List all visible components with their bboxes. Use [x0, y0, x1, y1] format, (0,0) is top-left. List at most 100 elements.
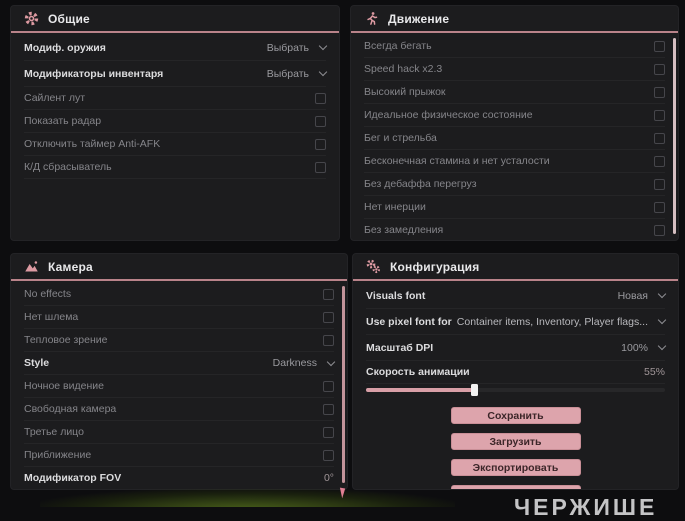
option-label: Свободная камера	[24, 403, 117, 415]
scrollbar[interactable]	[673, 38, 676, 234]
checkbox[interactable]	[654, 63, 665, 75]
checkbox[interactable]	[654, 132, 665, 144]
chevron-down-icon	[326, 357, 336, 366]
checkbox[interactable]	[654, 201, 665, 213]
panel-camera: Камера No effects Нет шлема Тепловое зрени…	[10, 253, 348, 490]
checkbox[interactable]	[654, 155, 665, 167]
option-label: Модификатор FOV	[24, 472, 122, 484]
option-label: Модиф. оружия	[24, 41, 106, 54]
option-row: Масштаб DPI 100%	[366, 335, 667, 361]
checkbox[interactable]	[323, 288, 334, 300]
option-row: Всегда бегать	[364, 35, 665, 58]
option-label: Speed hack x2.3	[364, 63, 443, 75]
checkbox[interactable]	[654, 40, 665, 52]
option-label: Нет инерции	[364, 201, 426, 213]
dropdown[interactable]: Container items, Inventory, Player flags…	[456, 315, 667, 328]
dropdown-value: Новая	[617, 289, 648, 302]
game-background-glow	[40, 489, 455, 507]
dropdown[interactable]: Darkness	[273, 357, 336, 369]
chevron-down-icon	[657, 315, 667, 325]
option-label: Нет шлема	[24, 311, 79, 323]
panel-title: Движение	[388, 11, 450, 26]
option-row: Идеальное физическое состояние	[364, 104, 665, 127]
option-value: 55%	[643, 366, 665, 378]
slider[interactable]	[366, 384, 665, 396]
checkbox[interactable]	[315, 115, 326, 127]
option-row: Бег и стрельба	[364, 127, 665, 150]
option-row: Отключить таймер Anti-AFK	[24, 133, 326, 156]
panel-general-header: Общие	[11, 6, 339, 33]
chevron-down-icon	[657, 341, 667, 351]
checkbox[interactable]	[654, 86, 665, 98]
watermark-text: ЧЕРЖИШЕ	[514, 494, 658, 520]
option-row: Высокий прыжок	[364, 81, 665, 104]
chevron-down-icon	[318, 41, 328, 51]
load-button[interactable]: Загрузить	[450, 433, 581, 450]
scrollbar[interactable]	[342, 286, 345, 483]
option-label: Use pixel font for	[366, 315, 452, 328]
option-row: Приближение	[24, 444, 334, 467]
option-row: Бесконечная стамина и нет усталости	[364, 150, 665, 173]
checkbox[interactable]	[654, 178, 665, 190]
checkbox[interactable]	[323, 449, 334, 461]
option-label: Без дебаффа перегруз	[364, 178, 477, 190]
option-label: Третье лицо	[24, 426, 84, 438]
option-label: Style	[24, 357, 50, 369]
dropdown[interactable]: 100%	[621, 341, 667, 354]
option-label: No effects	[24, 288, 72, 300]
option-label: К/Д сбрасыватель	[24, 161, 112, 173]
export-button[interactable]: Экспортировать	[450, 459, 581, 476]
checkbox[interactable]	[323, 403, 334, 415]
option-row: Ночное видение	[24, 375, 334, 398]
chevron-down-icon	[657, 289, 667, 299]
dropdown[interactable]: Выбрать	[267, 67, 328, 80]
dropdown[interactable]: Выбрать	[266, 41, 328, 54]
option-label: Всегда бегать	[364, 40, 432, 52]
checkbox[interactable]	[323, 311, 334, 323]
checkbox[interactable]	[654, 224, 665, 236]
option-label: Ночное видение	[24, 380, 104, 392]
dropdown-value: Выбрать	[266, 41, 309, 54]
option-row: Visuals font Новая	[366, 283, 667, 309]
checkbox[interactable]	[315, 161, 326, 173]
option-label: Visuals font	[366, 289, 426, 302]
option-label: Показать радар	[24, 115, 102, 127]
dropdown-value: 100%	[621, 341, 648, 354]
panel-camera-header: Камера	[11, 254, 347, 281]
option-row: Нет шлема	[24, 306, 334, 329]
dropdown[interactable]: Новая	[617, 289, 667, 302]
option-label: Модификаторы инвентаря	[24, 67, 164, 80]
panel-movement: Движение Всегда бегать Speed hack x2.3 Выс…	[350, 5, 679, 241]
option-label: Бег и стрельба	[364, 132, 437, 144]
option-row: Свободная камера	[24, 398, 334, 421]
panel-config: Конфигурация Visuals font Новая Use pixel …	[352, 253, 679, 490]
panel-general: Общие Модиф. оружия Выбрать Модификаторы и…	[10, 5, 340, 241]
slider-handle[interactable]	[470, 384, 478, 396]
checkbox[interactable]	[323, 426, 334, 438]
checkbox[interactable]	[323, 334, 334, 346]
option-row: Третье лицо	[24, 421, 334, 444]
option-label: Без замедления	[364, 224, 444, 236]
checkbox[interactable]	[315, 138, 326, 150]
option-label: Сайлент лут	[24, 92, 86, 104]
save-button[interactable]: Сохранить	[450, 407, 581, 424]
option-label: Отключить таймер Anti-AFK	[24, 138, 161, 150]
option-row: Без дебаффа перегруз	[364, 173, 665, 196]
option-row: Use pixel font for Container items, Inven…	[366, 309, 667, 335]
checkbox[interactable]	[315, 92, 326, 104]
option-row: К/Д сбрасыватель	[24, 156, 326, 179]
option-row: No effects	[24, 283, 334, 306]
import-button[interactable]: Импортировать	[450, 485, 581, 489]
runner-icon	[364, 11, 379, 26]
panel-config-header: Конфигурация	[353, 254, 678, 281]
dropdown-value: Container items, Inventory, Player flags…	[456, 315, 648, 328]
config-buttons: Сохранить Загрузить Экспортировать Импортир…	[353, 398, 678, 489]
gears-icon	[366, 259, 381, 274]
checkbox[interactable]	[654, 109, 665, 121]
checkbox[interactable]	[323, 380, 334, 392]
chevron-down-icon	[318, 67, 328, 77]
option-label: Приближение	[24, 449, 92, 461]
option-row: Style Darkness	[24, 352, 336, 375]
panel-title: Камера	[48, 259, 93, 274]
panel-title: Общие	[48, 11, 90, 26]
